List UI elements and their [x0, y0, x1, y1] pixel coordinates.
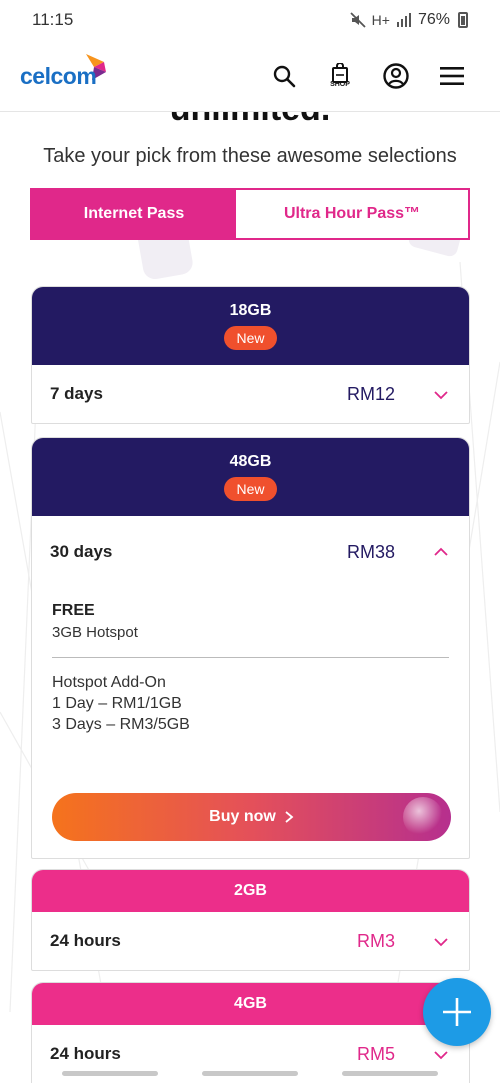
pass-card-header: 48GB New: [32, 438, 469, 516]
status-icons: H+ 76%: [350, 11, 468, 29]
nav-hint-right[interactable]: [342, 1071, 438, 1076]
addon-option: 3 Days – RM3/5GB: [52, 716, 190, 733]
new-badge: New: [224, 326, 277, 350]
addon-option: 1 Day – RM1/1GB: [52, 695, 182, 712]
pass-card-header: 18GB New: [32, 287, 469, 365]
menu-button[interactable]: [424, 48, 480, 104]
pass-price: RM38: [346, 541, 395, 562]
status-time: 11:15: [32, 10, 74, 29]
buy-now-label: Buy now: [209, 808, 276, 825]
addon-title: Hotspot Add-On: [52, 674, 166, 691]
new-badge: New: [224, 477, 277, 501]
battery-percent: 76%: [417, 11, 450, 28]
free-text: 3GB Hotspot: [52, 624, 138, 641]
pass-price: RM5: [356, 1043, 395, 1064]
chevron-down-icon[interactable]: [433, 934, 449, 950]
site-header: celcom SHOP: [0, 40, 500, 112]
data-amount: 48GB: [229, 453, 272, 470]
pass-price: RM3: [356, 930, 395, 951]
logo-text: celcom: [20, 62, 97, 89]
shopping-bag-icon: [332, 63, 348, 83]
header-actions: SHOP: [256, 48, 480, 104]
nav-hint-left[interactable]: [62, 1071, 158, 1076]
pass-card-row[interactable]: 7 days RM12: [32, 365, 469, 423]
pass-duration: 7 days: [50, 384, 103, 403]
data-amount: 4GB: [234, 995, 267, 1012]
celcom-logo[interactable]: celcom: [20, 46, 120, 106]
status-bar: 11:15 H+ 76%: [0, 0, 500, 40]
battery-icon: [458, 12, 468, 28]
plus-icon: [443, 998, 471, 1026]
pass-card[interactable]: 4GB 24 hours RM5: [31, 982, 470, 1083]
pass-duration: 24 hours: [50, 1044, 121, 1063]
main-content[interactable]: unlimited. Take your pick from these awe…: [0, 112, 500, 1083]
tab-internet-pass[interactable]: Internet Pass: [32, 190, 236, 238]
mute-icon: [350, 12, 366, 28]
tab-ultra-hour-pass[interactable]: Ultra Hour Pass™: [236, 190, 468, 238]
button-shine: [403, 797, 443, 837]
signal-icon: [396, 13, 411, 27]
pass-duration: 24 hours: [50, 931, 121, 950]
divider: [52, 657, 449, 658]
buy-now-button[interactable]: Buy now: [52, 793, 451, 841]
pass-details: FREE 3GB Hotspot Hotspot Add-On 1 Day – …: [32, 602, 469, 841]
chevron-up-icon[interactable]: [433, 544, 449, 560]
free-title: FREE: [52, 602, 95, 619]
gesture-navigation-bar: [0, 1069, 500, 1083]
network-type-icon: H+: [371, 12, 390, 28]
data-amount: 18GB: [229, 302, 272, 319]
hamburger-menu-icon: [440, 66, 464, 85]
pass-card-expanded[interactable]: 48GB New 30 days RM38 FREE 3GB Hotspot H…: [31, 437, 470, 859]
chevron-down-icon[interactable]: [433, 387, 449, 403]
chevron-down-icon[interactable]: [433, 1047, 449, 1063]
chevron-right-icon: [285, 811, 294, 823]
pass-card-row[interactable]: 24 hours RM3: [32, 912, 469, 970]
pass-card-row[interactable]: 30 days RM38: [32, 516, 469, 588]
pass-card[interactable]: 2GB 24 hours RM3: [31, 869, 470, 971]
pass-card[interactable]: 18GB New 7 days RM12: [31, 286, 470, 424]
pass-card-header: 4GB: [32, 983, 469, 1025]
floating-add-button[interactable]: [423, 978, 491, 1046]
pass-type-tabs: Internet Pass Ultra Hour Pass™: [30, 188, 470, 240]
shop-label: SHOP: [330, 81, 350, 88]
user-account-icon: [383, 62, 409, 89]
shop-button[interactable]: SHOP: [312, 48, 368, 104]
search-icon: [273, 65, 296, 87]
page-subtitle: Take your pick from these awesome select…: [43, 145, 457, 167]
page-heading: unlimited.: [0, 112, 500, 129]
pass-price: RM12: [346, 383, 395, 404]
search-button[interactable]: [256, 48, 312, 104]
account-button[interactable]: [368, 48, 424, 104]
nav-hint-center[interactable]: [202, 1071, 298, 1076]
data-amount: 2GB: [234, 882, 267, 899]
pass-card-header: 2GB: [32, 870, 469, 912]
pass-duration: 30 days: [50, 542, 113, 561]
